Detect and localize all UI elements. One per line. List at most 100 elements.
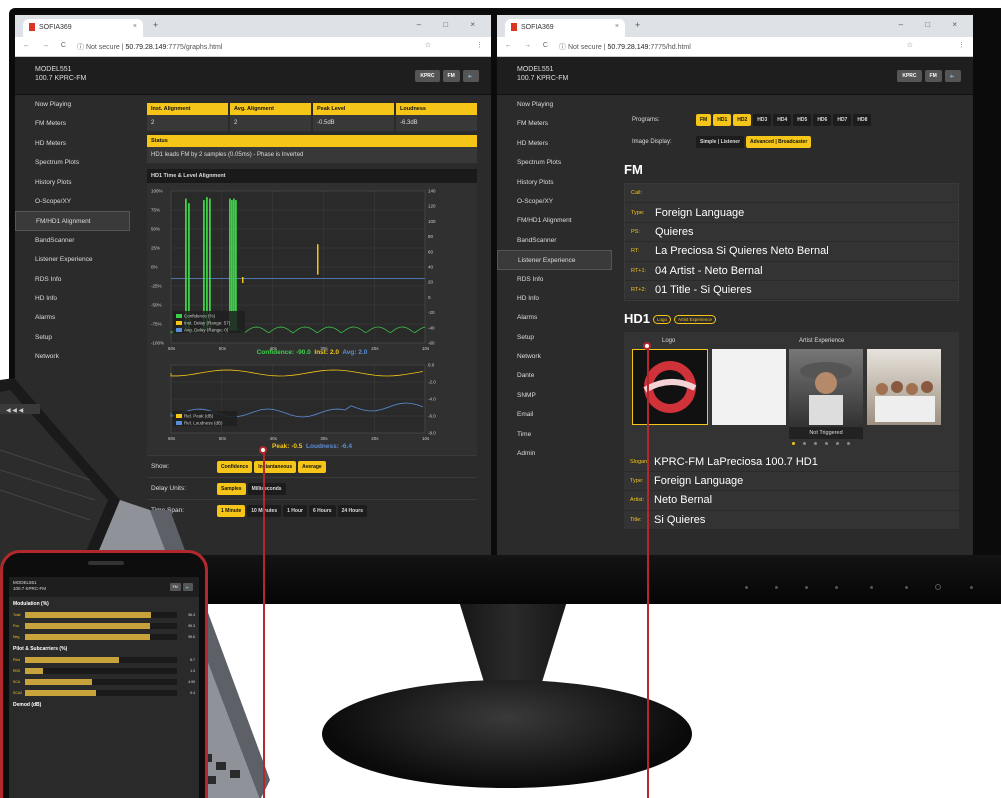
sidebar-item[interactable]: History Plots <box>497 173 612 192</box>
y2-tick-label: 0 <box>428 295 431 300</box>
program-tab[interactable]: HD5 <box>793 114 812 126</box>
carousel-dot[interactable] <box>803 442 806 446</box>
header-button[interactable]: KPRC <box>415 70 440 82</box>
x-tick-label: 10s <box>422 346 430 351</box>
program-tab[interactable]: HD4 <box>773 114 792 126</box>
sidebar-item[interactable]: Network <box>497 347 612 366</box>
sidebar-item[interactable]: HD Meters <box>497 134 612 153</box>
sidebar-item[interactable]: Email <box>497 405 612 424</box>
sidebar-item[interactable]: BandScanner <box>497 231 612 250</box>
carousel-dot[interactable] <box>847 442 850 446</box>
nav-buttons[interactable]: ← → C <box>23 42 71 49</box>
program-tab[interactable]: HD2 <box>733 114 752 126</box>
time-span-option[interactable]: 24 Hours <box>337 504 367 517</box>
bookmark-star-icon[interactable]: ☆ <box>425 41 431 49</box>
carousel-dot[interactable] <box>814 442 817 446</box>
new-tab-icon[interactable]: + <box>635 20 640 30</box>
header-button[interactable]: 🔈 <box>462 70 479 82</box>
meter-bar <box>25 622 177 629</box>
metric-label: Inst. Alignment <box>147 103 228 115</box>
y-tick-label: 0% <box>151 265 158 270</box>
sidebar-item[interactable]: HD Info <box>15 289 130 308</box>
sidebar-item[interactable]: HD Meters <box>15 134 130 153</box>
time-span-option[interactable]: 6 Hours <box>308 504 336 517</box>
header-button[interactable]: FM <box>924 70 942 82</box>
fm-button[interactable]: FM <box>169 583 181 591</box>
program-tab[interactable]: HD7 <box>833 114 852 126</box>
logo-tag: Logo <box>653 315 672 325</box>
inst-delay-spike <box>317 244 319 275</box>
rds-row: PS: Quieres <box>625 223 958 243</box>
header-button[interactable]: FM <box>442 70 460 82</box>
sidebar-item[interactable]: RDS Info <box>15 270 130 289</box>
rds-value: 04 Artist - Neto Bernal <box>655 264 763 277</box>
new-tab-icon[interactable]: + <box>153 20 158 30</box>
sidebar: Now Playing FM Meters HD Meters Spectrum Pl… <box>15 95 130 366</box>
address-bar[interactable]: ← → C ⓘ Not secure | 50.79.28.149:7775/g… <box>15 37 491 57</box>
meter-key: SCA <box>13 679 21 684</box>
y2-tick-label: 40 <box>428 265 434 270</box>
window-controls[interactable]: – □ × <box>899 20 967 29</box>
sidebar-item[interactable]: FM Meters <box>15 114 130 133</box>
window-controls[interactable]: – □ × <box>417 20 485 29</box>
sidebar-item[interactable]: HD Info <box>497 289 612 308</box>
sidebar-item[interactable]: Now Playing <box>497 95 612 114</box>
sidebar-item[interactable]: Alarms <box>497 308 612 327</box>
program-tab[interactable]: HD8 <box>853 114 872 126</box>
sidebar-item[interactable]: O-Scope/XY <box>497 192 612 211</box>
sidebar-item[interactable]: Alarms <box>15 308 130 327</box>
meter-fill <box>25 678 92 685</box>
sidebar-item[interactable]: Now Playing <box>15 95 130 114</box>
tab-bar: SOFIA369 × + – □ × <box>497 15 973 37</box>
sidebar-item[interactable]: O-Scope/XY <box>15 192 130 211</box>
artist-caption: Artist Experience <box>799 338 845 345</box>
carousel-dot[interactable] <box>836 442 839 446</box>
browser-tab[interactable]: SOFIA369 × <box>23 19 143 37</box>
sidebar-item[interactable]: FM/HD1 Alignment <box>497 211 612 230</box>
menu-icon[interactable]: ⋮ <box>476 41 483 49</box>
browser-tab[interactable]: SOFIA369 × <box>505 19 625 37</box>
sidebar-item[interactable]: Setup <box>497 328 612 347</box>
header-button[interactable]: 🔈 <box>944 70 961 82</box>
sidebar-item[interactable]: BandScanner <box>15 231 130 250</box>
sidebar-item[interactable]: Time <box>497 425 612 444</box>
meter-bar <box>25 633 177 640</box>
sidebar-item[interactable]: Setup <box>15 328 130 347</box>
sidebar-item[interactable]: FM/HD1 Alignment <box>15 211 130 231</box>
sidebar-item[interactable]: SNMP <box>497 386 612 405</box>
rds-key: RT+1: <box>631 267 647 274</box>
sidebar-item[interactable]: Dante <box>497 366 612 385</box>
bezel-button <box>905 586 908 589</box>
header-button[interactable]: KPRC <box>897 70 922 82</box>
carousel-dots[interactable] <box>792 442 850 446</box>
menu-icon[interactable]: ⋮ <box>958 41 965 49</box>
program-tab[interactable]: FM <box>696 114 712 126</box>
carousel-dot[interactable] <box>792 442 795 446</box>
image-display-option[interactable]: Simple | Listener <box>696 136 745 148</box>
sidebar-item[interactable]: FM Meters <box>497 114 612 133</box>
program-tab[interactable]: HD6 <box>813 114 832 126</box>
speaker-icon[interactable]: 🔈 <box>182 583 193 591</box>
time-span-option[interactable]: 1 Hour <box>283 504 307 517</box>
rds-key: RT+2: <box>631 287 647 294</box>
sidebar-item[interactable]: Spectrum Plots <box>497 153 612 172</box>
sidebar-item[interactable]: RDS Info <box>497 270 612 289</box>
sidebar-item[interactable]: Spectrum Plots <box>15 153 130 172</box>
program-tab[interactable]: HD1 <box>713 114 732 126</box>
sidebar-item[interactable]: History Plots <box>15 173 130 192</box>
carousel-dot[interactable] <box>825 442 828 446</box>
y-tick-label: 25% <box>151 246 160 251</box>
sidebar-item[interactable]: Listener Experience <box>15 250 130 269</box>
close-tab-icon[interactable]: × <box>615 23 619 30</box>
sidebar-item[interactable]: Listener Experience <box>497 250 612 270</box>
sidebar-item[interactable]: Admin <box>497 444 612 463</box>
show-option[interactable]: Average <box>298 460 326 473</box>
nav-buttons[interactable]: ← → C <box>505 42 553 49</box>
y-tick-label: -100% <box>151 341 164 346</box>
close-tab-icon[interactable]: × <box>133 23 137 30</box>
y2-tick-label: -20 <box>428 310 435 315</box>
program-tab[interactable]: HD3 <box>753 114 772 126</box>
image-display-option[interactable]: Advanced | Broadcaster <box>746 136 812 148</box>
bookmark-star-icon[interactable]: ☆ <box>907 41 913 49</box>
address-bar[interactable]: ← → C ⓘ Not secure | 50.79.28.149:7775/h… <box>497 37 973 57</box>
